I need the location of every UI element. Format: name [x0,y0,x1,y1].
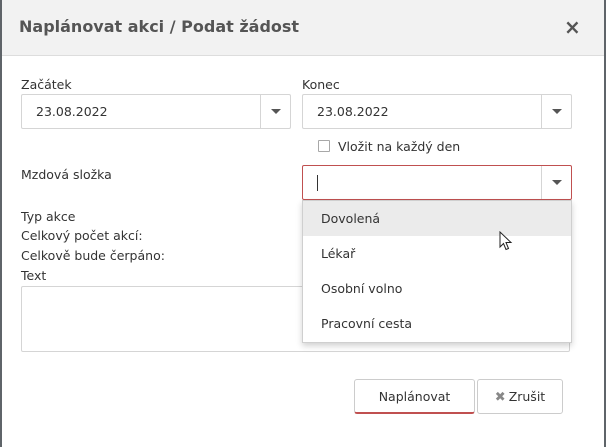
chevron-down-icon [552,109,562,114]
text-label: Text [21,268,47,283]
action-type-label: Typ akce [21,209,76,224]
chevron-down-icon [552,180,562,185]
text-caret [317,175,318,191]
wage-component-dropdown: Dovolená Lékař Osobní volno Pracovní ces… [302,200,572,343]
chevron-down-icon [271,109,281,114]
end-date-select[interactable]: 23.08.2022 [302,94,572,129]
mouse-pointer-icon [499,231,513,251]
total-drawn-label: Celkově bude čerpáno: [21,248,165,263]
dialog-header: Naplánovat akci / Podat žádost × [2,0,604,56]
end-date-dropdown-toggle[interactable] [541,95,571,128]
start-label: Začátek [21,77,72,92]
start-date-dropdown-toggle[interactable] [260,95,290,128]
end-label: Konec [302,77,340,92]
cancel-button-label: Zrušit [508,389,546,404]
dropdown-option-dovolena[interactable]: Dovolená [303,201,571,236]
wage-component-label: Mzdová složka [21,167,112,182]
dropdown-option-lekar[interactable]: Lékař [303,236,571,271]
cancel-button[interactable]: ✖ Zrušit [477,379,563,414]
wage-component-dropdown-toggle[interactable] [541,166,571,199]
close-icon[interactable]: × [564,17,581,37]
every-day-label: Vložit na každý den [338,139,461,154]
schedule-button-label: Naplánovat [378,389,451,404]
every-day-checkbox[interactable] [318,140,330,152]
dialog-title: Naplánovat akci / Podat žádost [19,17,300,36]
start-date-value: 23.08.2022 [36,104,108,119]
schedule-dialog: Naplánovat akci / Podat žádost × Začátek… [2,0,604,447]
schedule-button[interactable]: Naplánovat [354,379,475,414]
end-date-value: 23.08.2022 [317,104,389,119]
dropdown-option-pracovni-cesta[interactable]: Pracovní cesta [303,306,571,341]
dropdown-option-osobni-volno[interactable]: Osobní volno [303,271,571,306]
total-count-label: Celkový počet akcí: [21,228,143,243]
wage-component-select[interactable] [302,165,572,200]
start-date-select[interactable]: 23.08.2022 [21,94,291,129]
close-icon: ✖ [494,390,506,405]
